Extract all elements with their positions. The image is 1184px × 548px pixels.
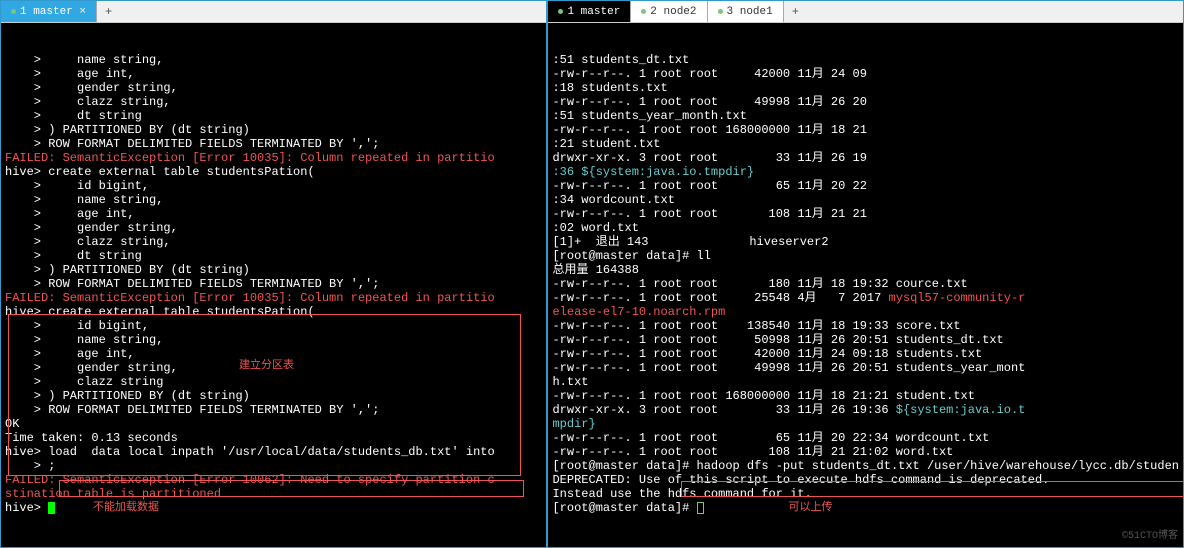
terminal-line: [root@master data]# hadoop dfs -put stud…: [552, 459, 1179, 473]
annotation-label-2: 不能加载数据: [93, 501, 159, 515]
tab-label: 1 master ×: [20, 6, 86, 18]
status-dot-icon: [11, 9, 16, 14]
terminal-line: > gender string,: [5, 221, 542, 235]
terminal-line: > clazz string: [5, 375, 542, 389]
cursor-icon: [697, 502, 704, 514]
terminal-line: drwxr-xr-x. 3 root root 33 11月 26 19: [552, 151, 1179, 165]
terminal-line: -rw-r--r--. 1 root root 49998 11月 26 20:…: [552, 361, 1179, 375]
tab-master-right[interactable]: 1 master: [548, 1, 631, 22]
terminal-line: drwxr-xr-x. 3 root root 33 11月 26 19:36 …: [552, 403, 1179, 417]
terminal-line: > name string,: [5, 53, 542, 67]
left-tabbar: 1 master × +: [1, 1, 546, 23]
terminal-line: -rw-r--r--. 1 root root 138540 11月 18 19…: [552, 319, 1179, 333]
terminal-line: > name string,: [5, 333, 542, 347]
terminal-line: > ) PARTITIONED BY (dt string): [5, 263, 542, 277]
terminal-line: -rw-r--r--. 1 root root 108 11月 21 21:02…: [552, 445, 1179, 459]
terminal-line: :36 ${system:java.io.tmpdir}: [552, 165, 1179, 179]
terminal-line: 总用量 164388: [552, 263, 1179, 277]
terminal-line: > name string,: [5, 193, 542, 207]
terminal-line: -rw-r--r--. 1 root root 42000 11月 24 09: [552, 67, 1179, 81]
terminal-line: :18 students.txt: [552, 81, 1179, 95]
terminal-line: -rw-r--r--. 1 root root 50998 11月 26 20:…: [552, 333, 1179, 347]
terminal-line: Time taken: 0.13 seconds: [5, 431, 542, 445]
terminal-line: -rw-r--r--. 1 root root 168000000 11月 18…: [552, 389, 1179, 403]
terminal-line: FAILED: SemanticException [Error 10035]:…: [5, 151, 542, 165]
terminal-line: > ) PARTITIONED BY (dt string): [5, 123, 542, 137]
watermark: ©51CTO博客: [1122, 530, 1178, 544]
terminal-line: > gender string,: [5, 81, 542, 95]
terminal-line: :51 students_dt.txt: [552, 53, 1179, 67]
tab-add-left[interactable]: +: [97, 3, 120, 21]
terminal-line: -rw-r--r--. 1 root root 180 11月 18 19:32…: [552, 277, 1179, 291]
tab-label: 3 node1: [727, 6, 773, 18]
terminal-line: -rw-r--r--. 1 root root 108 11月 21 21: [552, 207, 1179, 221]
terminal-line: FAILED: SemanticException [Error 10035]:…: [5, 291, 542, 305]
terminal-line: > ROW FORMAT DELIMITED FIELDS TERMINATED…: [5, 137, 542, 151]
terminal-line: -rw-r--r--. 1 root root 25548 4月 7 2017 …: [552, 291, 1179, 305]
terminal-line: -rw-r--r--. 1 root root 65 11月 20 22:34 …: [552, 431, 1179, 445]
split-container: 1 master × + > name string, > age int, >…: [0, 0, 1184, 548]
terminal-line: [root@master data]#: [552, 501, 1179, 515]
annotation-label-1: 建立分区表: [239, 359, 294, 373]
terminal-line: -rw-r--r--. 1 root root 168000000 11月 18…: [552, 123, 1179, 137]
terminal-line: :51 students_year_month.txt: [552, 109, 1179, 123]
left-pane: 1 master × + > name string, > age int, >…: [0, 0, 547, 548]
right-pane: 1 master 2 node2 3 node1 + :51 students_…: [547, 0, 1184, 548]
terminal-line: > ROW FORMAT DELIMITED FIELDS TERMINATED…: [5, 403, 542, 417]
terminal-line: hive> create external table studentsPati…: [5, 165, 542, 179]
annotation-label-3: 可以上传: [788, 501, 832, 515]
terminal-line: > age int,: [5, 67, 542, 81]
cursor-icon: [48, 502, 55, 514]
terminal-line: > id bigint,: [5, 319, 542, 333]
tab-node2[interactable]: 2 node2: [631, 1, 707, 22]
status-dot-icon: [641, 9, 646, 14]
tab-node1[interactable]: 3 node1: [708, 1, 784, 22]
terminal-line: hive> load data local inpath '/usr/local…: [5, 445, 542, 459]
terminal-line: elease-el7-10.noarch.rpm: [552, 305, 1179, 319]
right-terminal[interactable]: :51 students_dt.txt-rw-r--r--. 1 root ro…: [548, 23, 1183, 547]
left-terminal[interactable]: > name string, > age int, > gender strin…: [1, 23, 546, 547]
terminal-line: > ROW FORMAT DELIMITED FIELDS TERMINATED…: [5, 277, 542, 291]
status-dot-icon: [718, 9, 723, 14]
terminal-line: hive> create external table studentsPati…: [5, 305, 542, 319]
terminal-line: OK: [5, 417, 542, 431]
terminal-line: > age int,: [5, 207, 542, 221]
terminal-line: > ) PARTITIONED BY (dt string): [5, 389, 542, 403]
terminal-line: [root@master data]# ll: [552, 249, 1179, 263]
terminal-line: > dt string: [5, 109, 542, 123]
tab-master-left[interactable]: 1 master ×: [1, 1, 97, 22]
tab-label: 2 node2: [650, 6, 696, 18]
terminal-line: -rw-r--r--. 1 root root 65 11月 20 22: [552, 179, 1179, 193]
terminal-line: > ;: [5, 459, 542, 473]
terminal-line: :34 wordcount.txt: [552, 193, 1179, 207]
terminal-line: > dt string: [5, 249, 542, 263]
terminal-line: hive>: [5, 501, 542, 515]
tab-label: 1 master: [567, 6, 620, 18]
tab-add-right[interactable]: +: [784, 3, 807, 21]
terminal-line: -rw-r--r--. 1 root root 49998 11月 26 20: [552, 95, 1179, 109]
terminal-line: mpdir}: [552, 417, 1179, 431]
right-tabbar: 1 master 2 node2 3 node1 +: [548, 1, 1183, 23]
terminal-line: stination table is partitioned: [5, 487, 542, 501]
status-dot-icon: [558, 9, 563, 14]
terminal-line: -rw-r--r--. 1 root root 42000 11月 24 09:…: [552, 347, 1179, 361]
terminal-line: > id bigint,: [5, 179, 542, 193]
terminal-line: :21 student.txt: [552, 137, 1179, 151]
terminal-line: :02 word.txt: [552, 221, 1179, 235]
terminal-line: DEPRECATED: Use of this script to execut…: [552, 473, 1179, 487]
terminal-line: > clazz string,: [5, 95, 542, 109]
terminal-line: Instead use the hdfs command for it.: [552, 487, 1179, 501]
terminal-line: FAILED: SemanticException [Error 10062]:…: [5, 473, 542, 487]
terminal-line: > clazz string,: [5, 235, 542, 249]
terminal-line: h.txt: [552, 375, 1179, 389]
terminal-line: [1]+ 退出 143 hiveserver2: [552, 235, 1179, 249]
